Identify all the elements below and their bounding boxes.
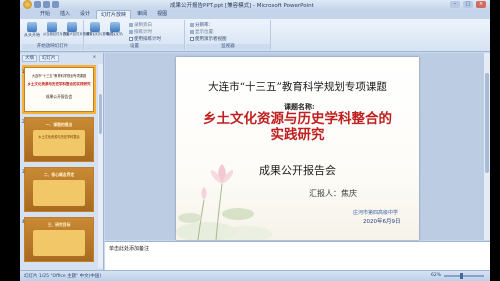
setup-icon	[90, 22, 100, 32]
zoom-level[interactable]: 62%	[431, 273, 441, 278]
record-narration-item[interactable]: 录制旁白	[129, 22, 152, 28]
maximize-button[interactable]: □	[463, 1, 473, 8]
topic-name: 乡土文化资源与历史学科整合的 实践研究	[203, 111, 392, 143]
tab-outline[interactable]: 大纲	[22, 55, 37, 62]
slide-title: 大连市“十三五”教育科学规划专项课题	[208, 81, 387, 93]
custom-show-icon	[67, 22, 77, 32]
use-timings-checkbox[interactable]: 使用排练计时	[129, 36, 161, 42]
report-date: 2020年6月9日	[363, 219, 401, 225]
thumbnail-text-box	[33, 180, 85, 206]
slide-subtitle: 成果公开报告会	[259, 164, 336, 177]
slideshow-start-icon	[27, 22, 37, 32]
status-text: 幻灯片 1/25 "Office 主题" 中文(中国)	[24, 274, 102, 279]
tab-slides[interactable]: 幻灯片	[39, 55, 59, 62]
window-controls: – □ ×	[450, 1, 486, 8]
tab-review[interactable]: 审阅	[133, 10, 151, 19]
quick-access-toolbar	[23, 0, 59, 9]
status-bar: 幻灯片 1/25 "Office 主题" 中文(中国) 62%	[20, 270, 490, 281]
hide-slide-button[interactable]: 隐藏幻灯片	[106, 22, 124, 37]
slide-thumbnail-3[interactable]: 3 二、核心概念界定	[22, 167, 94, 212]
scroll-thumb[interactable]	[99, 94, 102, 134]
slide-thumbnail-2[interactable]: 2 一、课题的提出 乡土文化资源与历史学科整合	[22, 117, 94, 162]
tab-view[interactable]: 视图	[153, 10, 171, 19]
tab-design[interactable]: 设计	[76, 10, 94, 19]
presenter-view-checkbox[interactable]: 使用演示者视图	[190, 36, 227, 42]
group-start-slideshow: 从头开始 从当前幻灯片开始 自定义幻灯片放映 开始放映幻灯片	[22, 20, 89, 50]
slide-thumbnail-4[interactable]: 4 三、研究目标	[22, 217, 94, 262]
school-name: 庄河市第四高级中学	[353, 210, 399, 216]
group-setup: 设置幻灯片放映 隐藏幻灯片 录制旁白 排练计时 使用排练计时 设置	[85, 20, 185, 50]
ribbon-tabs: 开始 插入 设计 幻灯片放映 审阅 视图	[20, 10, 490, 19]
resolution-icon	[190, 22, 194, 27]
reporter-text: 汇报人：焦庆	[309, 189, 357, 198]
custom-slideshow-button[interactable]: 自定义幻灯片放映	[63, 22, 89, 37]
powerpoint-window: 成果公开报告PPT.ppt [兼容模式] - Microsoft PowerPo…	[20, 0, 490, 281]
thumbnail-list: 1 大连市“十三五”教育科学规划专项课题 乡土文化资源与历史学科整合的实践研究 …	[20, 64, 104, 268]
resolution-item[interactable]: 分辨率:	[190, 22, 210, 28]
tab-home[interactable]: 开始	[36, 10, 54, 19]
timer-icon	[129, 29, 133, 34]
tab-insert[interactable]: 插入	[56, 10, 74, 19]
title-bar: 成果公开报告PPT.ppt [兼容模式] - Microsoft PowerPo…	[20, 0, 490, 10]
zoom-slider[interactable]	[444, 272, 484, 279]
narration-icon	[129, 22, 133, 27]
current-slide[interactable]: 大连市“十三五”教育科学规划专项课题 课题名称: 乡土文化资源与历史学科整合的 …	[176, 57, 419, 240]
zoom-slider-thumb[interactable]	[460, 272, 463, 279]
slides-pane-scrollbar[interactable]	[98, 64, 103, 268]
save-icon[interactable]	[34, 1, 41, 8]
notes-placeholder: 单击此处添加备注	[109, 246, 150, 252]
minimize-button[interactable]: –	[450, 1, 460, 8]
ribbon: 从头开始 从当前幻灯片开始 自定义幻灯片放映 开始放映幻灯片 设置幻灯片放映 隐…	[20, 19, 490, 52]
slides-pane: 大纲 幻灯片 × 1 大连市“十三五”教育科学规划专项课题 乡土文化资源与历史学…	[20, 53, 104, 270]
slide-editing-area: 大连市“十三五”教育科学规划专项课题 课题名称: 乡土文化资源与历史学科整合的 …	[105, 53, 490, 240]
office-button-icon[interactable]	[23, 0, 32, 9]
zoom-control: 62%	[431, 272, 484, 279]
monitor-icon	[190, 29, 194, 34]
rehearse-timings-item[interactable]: 排练计时	[129, 29, 152, 35]
from-beginning-button[interactable]: 从头开始	[23, 22, 41, 37]
notes-pane[interactable]: 单击此处添加备注	[105, 241, 490, 270]
screen-frame: 成果公开报告PPT.ppt [兼容模式] - Microsoft PowerPo…	[0, 0, 500, 281]
slideshow-current-icon	[47, 22, 57, 32]
pane-tabs: 大纲 幻灯片 ×	[22, 55, 98, 62]
from-current-slide-button[interactable]: 从当前幻灯片开始	[43, 22, 69, 37]
group-label: 监视器	[186, 44, 270, 50]
pane-close-icon[interactable]: ×	[91, 55, 99, 62]
window-title: 成果公开报告PPT.ppt [兼容模式] - Microsoft PowerPo…	[170, 3, 314, 9]
slide-scrollbar[interactable]	[484, 53, 490, 240]
tab-slide-show[interactable]: 幻灯片放映	[96, 10, 132, 19]
hide-slide-icon	[110, 22, 120, 32]
close-button[interactable]: ×	[476, 1, 486, 8]
scroll-thumb[interactable]	[485, 73, 489, 173]
group-label: 开始放映幻灯片	[22, 44, 83, 50]
undo-icon[interactable]	[43, 1, 50, 8]
redo-icon[interactable]	[52, 1, 59, 8]
checkbox-icon	[129, 36, 133, 41]
group-monitors: 分辨率: 显示位置: 使用演示者视图 监视器	[186, 20, 271, 50]
show-on-item[interactable]: 显示位置:	[190, 29, 215, 35]
setup-slideshow-button[interactable]: 设置幻灯片放映	[86, 22, 109, 37]
thumbnail-text-box	[33, 230, 85, 256]
checkbox-icon	[190, 36, 194, 41]
slide-thumbnail-1[interactable]: 1 大连市“十三五”教育科学规划专项课题 乡土文化资源与历史学科整合的实践研究 …	[22, 65, 96, 114]
group-label: 设置	[85, 44, 184, 50]
